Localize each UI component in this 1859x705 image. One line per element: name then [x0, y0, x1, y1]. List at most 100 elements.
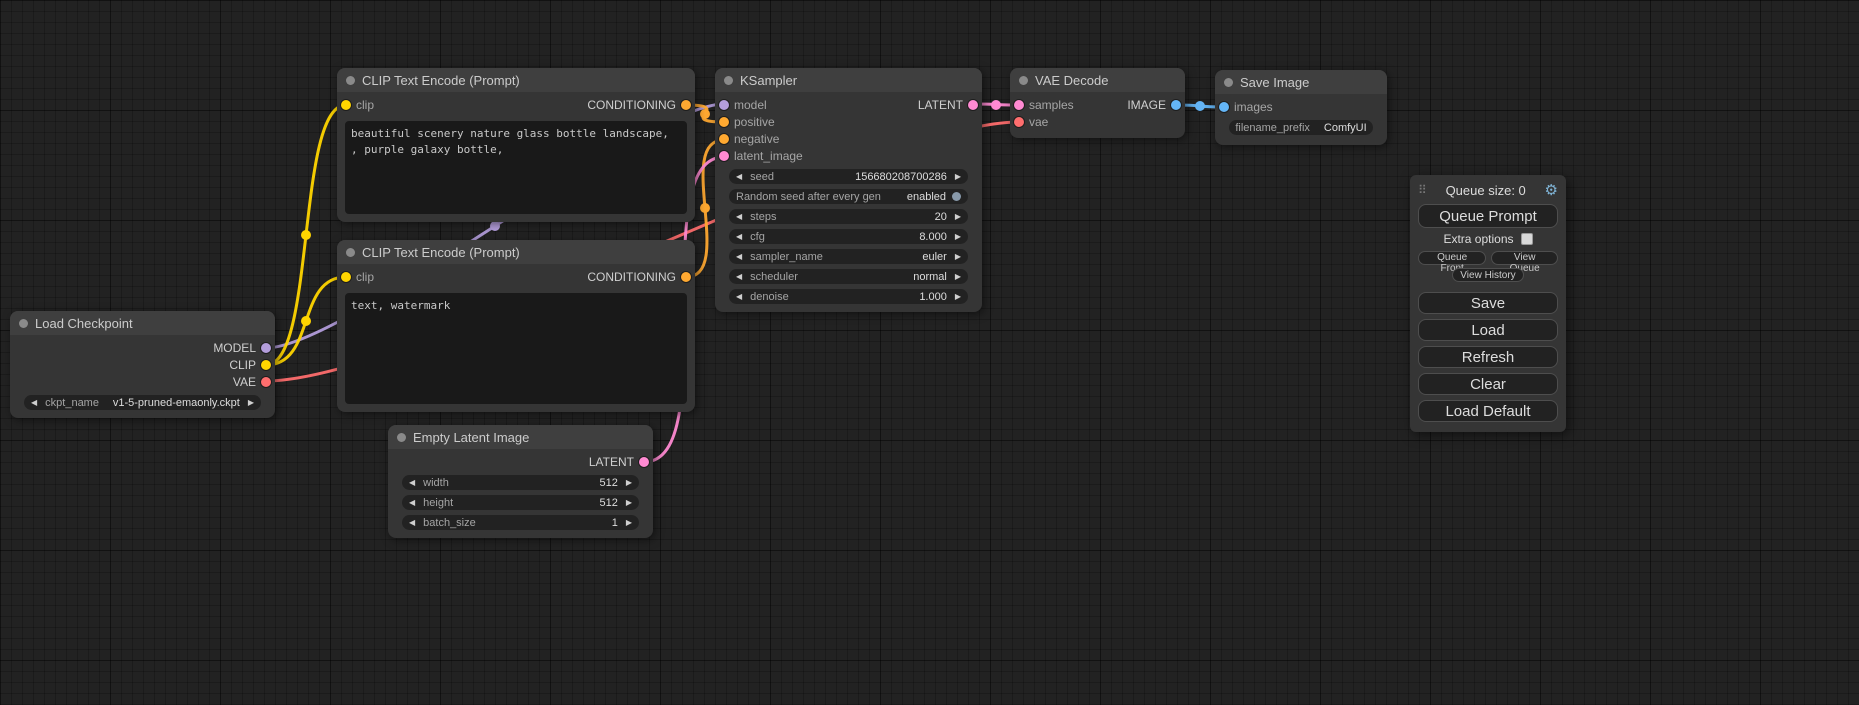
collapse-dot[interactable]: [397, 433, 406, 442]
widget-value: v1-5-pruned-emaonly.ckpt: [113, 397, 240, 409]
increment-arrow-icon[interactable]: ▶: [626, 498, 632, 507]
decrement-arrow-icon[interactable]: ◀: [736, 212, 742, 221]
output-dot-latent[interactable]: [968, 100, 978, 110]
node-title-bar[interactable]: Empty Latent Image: [388, 425, 653, 449]
input-label-latent-image: latent_image: [734, 149, 803, 163]
settings-gear-icon[interactable]: ⚙: [1545, 181, 1558, 199]
decrement-arrow-icon[interactable]: ◀: [409, 498, 415, 507]
view-queue-button[interactable]: View Queue: [1491, 251, 1558, 265]
decrement-arrow-icon[interactable]: ◀: [736, 232, 742, 241]
node-canvas[interactable]: Load Checkpoint MODEL CLIP VAE ◀ ckpt_na…: [0, 0, 1859, 705]
node-title: Save Image: [1240, 75, 1309, 90]
extra-options-checkbox[interactable]: [1521, 233, 1533, 245]
output-dot-latent[interactable]: [639, 457, 649, 467]
input-label-clip: clip: [356, 270, 374, 284]
input-dot-negative[interactable]: [719, 134, 729, 144]
widget-sampler-name[interactable]: ◀ sampler_name euler ▶: [729, 249, 968, 264]
input-dot-positive[interactable]: [719, 117, 729, 127]
next-value-arrow-icon[interactable]: ▶: [248, 398, 254, 407]
input-dot-vae[interactable]: [1014, 117, 1024, 127]
widget-name: Random seed after every gen: [736, 191, 881, 203]
node-title-bar[interactable]: VAE Decode: [1010, 68, 1185, 92]
widget-batch-size[interactable]: ◀ batch_size 1 ▶: [402, 515, 639, 530]
node-ksampler[interactable]: KSampler model LATENT positive negative …: [715, 68, 982, 312]
next-value-arrow-icon[interactable]: ▶: [955, 272, 961, 281]
view-history-button[interactable]: View History: [1452, 268, 1523, 282]
widget-cfg[interactable]: ◀ cfg 8.000 ▶: [729, 229, 968, 244]
output-dot-conditioning[interactable]: [681, 272, 691, 282]
widget-random-seed-control[interactable]: Random seed after every gen enabled: [729, 189, 968, 204]
increment-arrow-icon[interactable]: ▶: [955, 212, 961, 221]
node-load-checkpoint[interactable]: Load Checkpoint MODEL CLIP VAE ◀ ckpt_na…: [10, 311, 275, 418]
increment-arrow-icon[interactable]: ▶: [955, 232, 961, 241]
collapse-dot[interactable]: [346, 248, 355, 257]
widget-value: 156680208700286: [855, 171, 947, 183]
output-dot-vae[interactable]: [261, 377, 271, 387]
queue-menu-panel: ⠿ Queue size: 0 ⚙ Queue Prompt Extra opt…: [1410, 175, 1566, 432]
prev-value-arrow-icon[interactable]: ◀: [31, 398, 37, 407]
increment-arrow-icon[interactable]: ▶: [626, 478, 632, 487]
load-button[interactable]: Load: [1418, 319, 1558, 341]
widget-filename-prefix[interactable]: filename_prefix ComfyUI: [1229, 120, 1373, 135]
output-dot-model[interactable]: [261, 343, 271, 353]
decrement-arrow-icon[interactable]: ◀: [409, 518, 415, 527]
node-title-bar[interactable]: Save Image: [1215, 70, 1387, 94]
node-title-bar[interactable]: Load Checkpoint: [10, 311, 275, 335]
node-title: CLIP Text Encode (Prompt): [362, 73, 520, 88]
collapse-dot[interactable]: [19, 319, 28, 328]
collapse-dot[interactable]: [1224, 78, 1233, 87]
input-dot-clip[interactable]: [341, 100, 351, 110]
widget-name: filename_prefix: [1235, 122, 1310, 134]
node-clip-text-encode-negative[interactable]: CLIP Text Encode (Prompt) clip CONDITION…: [337, 240, 695, 412]
decrement-arrow-icon[interactable]: ◀: [736, 292, 742, 301]
save-button[interactable]: Save: [1418, 292, 1558, 314]
negative-prompt-textarea[interactable]: text, watermark: [345, 293, 687, 404]
output-dot-image[interactable]: [1171, 100, 1181, 110]
node-clip-text-encode-positive[interactable]: CLIP Text Encode (Prompt) clip CONDITION…: [337, 68, 695, 222]
queue-prompt-button[interactable]: Queue Prompt: [1418, 204, 1558, 228]
increment-arrow-icon[interactable]: ▶: [955, 292, 961, 301]
positive-prompt-textarea[interactable]: beautiful scenery nature glass bottle la…: [345, 121, 687, 214]
widget-scheduler[interactable]: ◀ scheduler normal ▶: [729, 269, 968, 284]
widget-name: seed: [750, 171, 774, 183]
input-dot-images[interactable]: [1219, 102, 1229, 112]
input-label-images: images: [1234, 100, 1273, 114]
node-title-bar[interactable]: CLIP Text Encode (Prompt): [337, 68, 695, 92]
node-empty-latent-image[interactable]: Empty Latent Image LATENT ◀ width 512 ▶ …: [388, 425, 653, 538]
increment-arrow-icon[interactable]: ▶: [626, 518, 632, 527]
decrement-arrow-icon[interactable]: ◀: [736, 172, 742, 181]
node-title-bar[interactable]: CLIP Text Encode (Prompt): [337, 240, 695, 264]
decrement-arrow-icon[interactable]: ◀: [409, 478, 415, 487]
collapse-dot[interactable]: [1019, 76, 1028, 85]
widget-ckpt-name[interactable]: ◀ ckpt_name v1-5-pruned-emaonly.ckpt ▶: [24, 395, 261, 410]
node-vae-decode[interactable]: VAE Decode samples IMAGE vae: [1010, 68, 1185, 138]
collapse-dot[interactable]: [724, 76, 733, 85]
input-dot-samples[interactable]: [1014, 100, 1024, 110]
widget-height[interactable]: ◀ height 512 ▶: [402, 495, 639, 510]
input-dot-latent-image[interactable]: [719, 151, 729, 161]
toggle-dot[interactable]: [952, 192, 961, 201]
increment-arrow-icon[interactable]: ▶: [955, 172, 961, 181]
prev-value-arrow-icon[interactable]: ◀: [736, 272, 742, 281]
slot-row: latent_image: [715, 147, 982, 164]
node-title-bar[interactable]: KSampler: [715, 68, 982, 92]
output-dot-conditioning[interactable]: [681, 100, 691, 110]
load-default-button[interactable]: Load Default: [1418, 400, 1558, 422]
node-save-image[interactable]: Save Image images filename_prefix ComfyU…: [1215, 70, 1387, 145]
output-dot-clip[interactable]: [261, 360, 271, 370]
next-value-arrow-icon[interactable]: ▶: [955, 252, 961, 261]
widget-denoise[interactable]: ◀ denoise 1.000 ▶: [729, 289, 968, 304]
widget-value: ComfyUI: [1324, 122, 1367, 134]
widget-steps[interactable]: ◀ steps 20 ▶: [729, 209, 968, 224]
refresh-button[interactable]: Refresh: [1418, 346, 1558, 368]
widget-seed[interactable]: ◀ seed 156680208700286 ▶: [729, 169, 968, 184]
prev-value-arrow-icon[interactable]: ◀: [736, 252, 742, 261]
input-dot-clip[interactable]: [341, 272, 351, 282]
queue-front-button[interactable]: Queue Front: [1418, 251, 1486, 265]
widget-value: 512: [599, 497, 617, 509]
collapse-dot[interactable]: [346, 76, 355, 85]
input-dot-model[interactable]: [719, 100, 729, 110]
widget-width[interactable]: ◀ width 512 ▶: [402, 475, 639, 490]
drag-handle-icon[interactable]: ⠿: [1418, 183, 1427, 197]
clear-button[interactable]: Clear: [1418, 373, 1558, 395]
